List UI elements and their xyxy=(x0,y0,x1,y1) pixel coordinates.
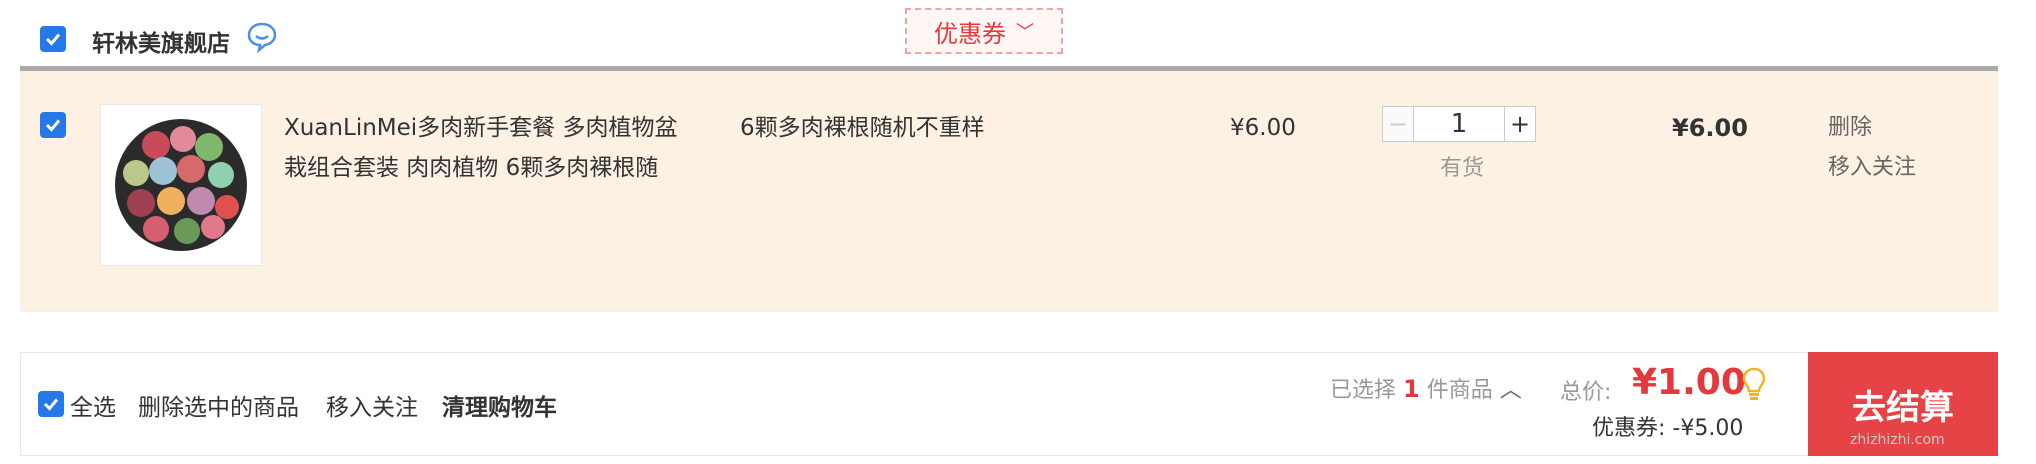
check-icon xyxy=(45,119,61,132)
shop-checkbox[interactable] xyxy=(40,26,66,52)
selected-suffix: 件商品 xyxy=(1426,378,1493,403)
select-all-label[interactable]: 全选 xyxy=(70,388,116,422)
quantity-input[interactable]: 1 xyxy=(1414,106,1504,142)
total-label: 总价: xyxy=(1560,380,1612,405)
product-title[interactable]: XuanLinMei多肉新手套餐 多肉植物盆 栽组合套装 肉肉植物 6颗多肉裸根… xyxy=(284,108,704,188)
delete-link[interactable]: 删除 xyxy=(1828,108,1872,148)
product-spec: 6颗多肉裸根随机不重样 xyxy=(740,115,985,141)
lightbulb-icon[interactable] xyxy=(1740,366,1768,402)
quantity-stepper: − 1 + xyxy=(1382,106,1536,142)
item-checkbox[interactable] xyxy=(40,112,66,138)
move-to-follow-bulk-link[interactable]: 移入关注 xyxy=(326,388,418,422)
selected-prefix: 已选择 xyxy=(1330,378,1397,403)
product-image[interactable] xyxy=(100,104,262,266)
check-icon xyxy=(45,33,61,46)
selected-count: 1 xyxy=(1403,375,1420,403)
shop-name[interactable]: 轩林美旗舰店 xyxy=(92,24,230,58)
clear-cart-link[interactable]: 清理购物车 xyxy=(442,388,557,422)
move-to-follow-link[interactable]: 移入关注 xyxy=(1828,148,1916,188)
chat-icon[interactable] xyxy=(245,20,279,54)
product-title-line1: XuanLinMei多肉新手套餐 多肉植物盆 xyxy=(284,115,678,141)
chevron-up-icon: ︿ xyxy=(1499,378,1522,403)
coupon-button[interactable]: 优惠券 ﹀ xyxy=(905,8,1063,54)
delete-selected-link[interactable]: 删除选中的商品 xyxy=(138,388,299,422)
check-icon xyxy=(43,398,59,411)
select-all-checkbox[interactable] xyxy=(38,391,64,417)
succulent-pot-image xyxy=(115,119,247,251)
unit-price: ¥6.00 xyxy=(1230,115,1296,141)
increase-button[interactable]: + xyxy=(1504,106,1536,142)
selected-count-toggle[interactable]: 已选择 1 件商品 ︿ xyxy=(1330,372,1522,404)
product-title-line2: 栽组合套装 肉肉植物 6颗多肉裸根随 xyxy=(284,155,659,181)
total-price: ¥1.00 xyxy=(1632,362,1746,403)
coupon-discount: 优惠券: -¥5.00 xyxy=(1592,416,1744,441)
coupon-label: 优惠券 xyxy=(934,19,1006,48)
item-subtotal: ¥6.00 xyxy=(1672,114,1748,142)
chevron-down-icon: ﹀ xyxy=(1016,22,1034,43)
watermark: zhizhizhi.com xyxy=(1850,432,1945,448)
stock-status: 有货 xyxy=(1440,156,1485,181)
decrease-button[interactable]: − xyxy=(1382,106,1414,142)
